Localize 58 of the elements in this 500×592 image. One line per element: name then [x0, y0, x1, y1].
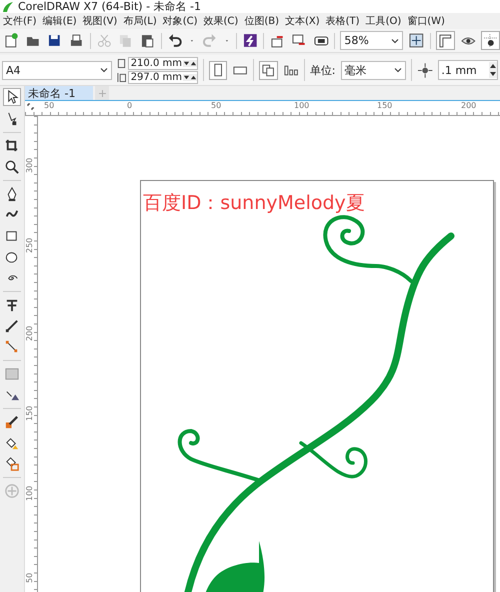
ruler-label: 100	[25, 486, 34, 501]
ruler-label: 300	[25, 158, 34, 173]
menu-item[interactable]: 表格(T)	[326, 14, 360, 28]
connector-tool-icon[interactable]	[4, 339, 20, 355]
snap-icon[interactable]	[481, 31, 500, 50]
menu-item[interactable]: 视图(V)	[82, 14, 118, 28]
ruler-label: 100	[294, 101, 310, 110]
ruler-label: 200	[25, 326, 34, 341]
portrait-icon[interactable]	[208, 60, 227, 80]
spin-arrows-icon[interactable]	[182, 60, 197, 66]
smart-fill-tool-icon[interactable]	[4, 456, 20, 472]
ruler-origin-icon[interactable]	[26, 102, 36, 112]
width-icon	[116, 58, 126, 68]
page-size-dropdown[interactable]: A4	[2, 60, 112, 80]
zoom-tool-icon[interactable]	[4, 159, 20, 175]
pick-tool-icon[interactable]	[3, 88, 21, 106]
height-icon	[116, 72, 126, 82]
document-tab[interactable]: 未命名 -1	[25, 86, 94, 100]
ruler-label: 250	[25, 238, 34, 253]
menu-item[interactable]: 文本(X)	[284, 14, 320, 28]
menu-item[interactable]: 编辑(E)	[42, 14, 77, 28]
menu-item[interactable]: 位图(B)	[244, 14, 279, 28]
zoom-dropdown[interactable]: 58%	[340, 31, 404, 50]
eyedropper-tool-icon[interactable]	[4, 414, 20, 430]
width-field[interactable]: 210.0 mm	[128, 56, 198, 70]
nudge-field[interactable]: .1 mm	[438, 60, 498, 80]
ruler-label: 150	[377, 101, 392, 110]
new-document-icon[interactable]	[3, 32, 20, 49]
units-label: 单位:	[310, 62, 336, 78]
ruler-label: 150	[25, 406, 34, 421]
menu-item[interactable]: 效果(C)	[204, 14, 238, 28]
full-screen-icon[interactable]	[408, 32, 425, 49]
all-pages-icon[interactable]	[259, 60, 278, 80]
height-field[interactable]: 297.0 mm	[128, 70, 198, 84]
rulers-icon[interactable]	[436, 31, 455, 50]
undo-icon[interactable]	[166, 32, 184, 49]
ruler-label: 0	[127, 101, 132, 110]
spin-arrows-icon[interactable]	[488, 62, 497, 78]
menu-item[interactable]: 对象(C)	[162, 14, 198, 28]
app-logo-icon	[2, 0, 14, 12]
ruler-label: 50	[211, 101, 222, 110]
menu-item[interactable]: 文件(F)	[3, 14, 37, 28]
ruler-label: 50	[25, 572, 34, 583]
crop-tool-icon[interactable]	[4, 138, 20, 154]
canvas-text: 百度ID：sunnyMelody夏	[143, 191, 365, 216]
dimension-tool-icon[interactable]	[4, 318, 20, 334]
menu-item[interactable]: 布局(L)	[123, 14, 157, 28]
ruler-label: 200	[461, 101, 476, 110]
menu-item[interactable]: 窗口(W)	[407, 14, 445, 28]
units-dropdown[interactable]: 毫米	[340, 60, 406, 80]
nudge-icon	[417, 62, 434, 78]
menu-item[interactable]: 工具(O)	[366, 14, 402, 28]
window-title: CorelDRAW X7 (64-Bit) - 未命名 -1	[18, 0, 202, 14]
text-tool-icon[interactable]	[4, 297, 20, 313]
ruler-label: 50	[44, 101, 54, 110]
paste-icon[interactable]	[139, 32, 156, 49]
app-launcher-icon[interactable]	[242, 32, 258, 49]
spin-arrows-icon[interactable]	[182, 74, 197, 80]
